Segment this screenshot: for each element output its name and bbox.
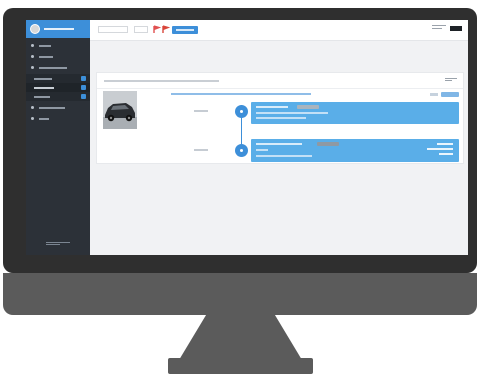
- menu-bullet-icon: [31, 55, 34, 58]
- topbar: [90, 20, 468, 41]
- sidebar-badge: [81, 94, 86, 99]
- monitor-stand-neck: [179, 315, 302, 360]
- menu-bullet-icon: [31, 66, 34, 69]
- sidebar-subitem[interactable]: [26, 92, 90, 101]
- monitor-chin: [3, 273, 477, 315]
- sidebar-subitem-label: [34, 77, 52, 80]
- timeline-node-icon: [235, 105, 248, 118]
- sidebar-subitem-label: [34, 95, 50, 98]
- sidebar-item[interactable]: [26, 52, 90, 61]
- sidebar-item-label: [39, 106, 65, 109]
- sidebar-subitem-label: [34, 86, 54, 89]
- sidebar-subitem[interactable]: [26, 83, 90, 92]
- vehicle-panel: [96, 72, 464, 164]
- user-menu[interactable]: [450, 26, 462, 31]
- monitor-stand-foot: [168, 358, 313, 374]
- sidebar-item-label: [39, 117, 49, 120]
- sidebar-item[interactable]: [26, 63, 90, 72]
- sidebar: [26, 20, 90, 255]
- sidebar-item-label: [39, 55, 53, 58]
- sidebar-item-label: [39, 44, 51, 47]
- avatar[interactable]: [30, 24, 40, 34]
- vehicle-photo: [103, 91, 137, 129]
- timeline-date: [194, 110, 208, 112]
- app-screen: [26, 20, 468, 255]
- timeline-date: [194, 149, 208, 151]
- primary-button[interactable]: [172, 26, 198, 34]
- sidebar-user-header[interactable]: [26, 20, 90, 38]
- timeline-node-icon: [235, 144, 248, 157]
- sidebar-item-label: [39, 66, 67, 69]
- flag-icon[interactable]: [153, 25, 161, 34]
- sidebar-user-name: [44, 28, 74, 30]
- sidebar-footer: [46, 242, 70, 246]
- user-info[interactable]: [432, 25, 446, 33]
- sidebar-item[interactable]: [26, 41, 90, 50]
- panel-action[interactable]: [445, 78, 457, 83]
- status-badge[interactable]: [441, 92, 459, 97]
- timeline-entry[interactable]: [251, 139, 459, 162]
- sidebar-subitem[interactable]: [26, 74, 90, 83]
- sidebar-item[interactable]: [26, 103, 90, 112]
- sidebar-badge: [81, 85, 86, 90]
- menu-bullet-icon: [31, 117, 34, 120]
- menu-bullet-icon: [31, 106, 34, 109]
- sidebar-item[interactable]: [26, 114, 90, 123]
- panel-title: [104, 80, 219, 82]
- menu-bullet-icon: [31, 44, 34, 47]
- filter-select[interactable]: [134, 26, 148, 33]
- panel-divider: [97, 88, 463, 89]
- flag-icon[interactable]: [162, 25, 170, 34]
- timeline-entry[interactable]: [251, 102, 459, 124]
- vehicle-link[interactable]: [171, 93, 311, 95]
- filter-select[interactable]: [98, 26, 128, 33]
- sidebar-badge: [81, 76, 86, 81]
- status-label: [430, 93, 438, 96]
